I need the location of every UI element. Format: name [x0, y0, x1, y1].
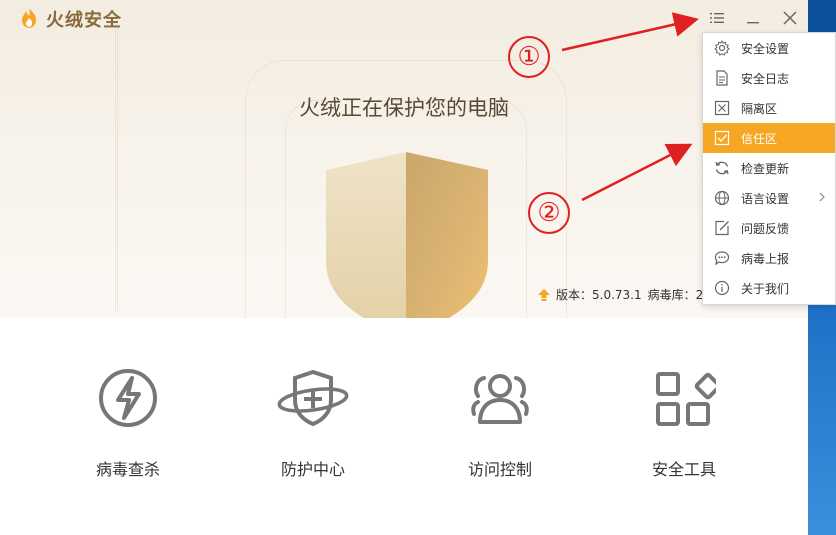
tile-label: 访问控制	[467, 460, 532, 479]
version-info: 版本：5.0.73.1 病毒库：2	[538, 286, 703, 303]
info-icon	[714, 280, 730, 296]
edit-icon	[715, 220, 729, 236]
shield-plus-icon	[277, 369, 349, 427]
protection-status-title: 火绒正在保护您的电脑	[299, 96, 509, 120]
app-title: 火绒安全	[46, 10, 122, 31]
close-icon	[783, 11, 797, 25]
menu-item-label: 关于我们	[741, 281, 790, 296]
menu-item-label: 问题反馈	[741, 221, 790, 236]
tile-virus-scan[interactable]: 病毒查杀	[53, 366, 203, 480]
tile-security-tools[interactable]: 安全工具	[609, 366, 759, 480]
globe-icon	[714, 190, 730, 206]
chat-icon	[714, 251, 730, 266]
menu-item-label: 安全设置	[741, 41, 790, 56]
version-text: 版本：5.0.73.1	[556, 288, 642, 302]
menu-item-label: 病毒上报	[741, 251, 790, 266]
menu-item-check-update[interactable]: 检查更新	[703, 153, 835, 183]
menu-item-virus-report[interactable]: 病毒上报	[703, 243, 835, 273]
quarantine-icon	[714, 100, 730, 116]
menu-item-security-settings[interactable]: 安全设置	[703, 33, 835, 63]
refresh-icon	[715, 161, 729, 175]
menu-item-feedback[interactable]: 问题反馈	[703, 213, 835, 243]
menu-item-trust-zone[interactable]: 信任区	[703, 123, 835, 153]
menu-item-label: 安全日志	[741, 71, 790, 86]
tile-label: 安全工具	[651, 460, 716, 479]
virus-db-text: 病毒库：2	[647, 288, 704, 302]
huorong-logo-icon	[22, 8, 36, 28]
gear-icon	[714, 40, 730, 56]
minimize-button[interactable]	[742, 8, 764, 28]
update-arrow-icon[interactable]	[538, 288, 550, 301]
menu-button[interactable]	[706, 8, 728, 28]
chevron-right-icon	[819, 192, 825, 202]
tile-label: 病毒查杀	[95, 460, 160, 479]
settings-menu: 安全设置 安全日志 隔离区 信任区 检查更新 语言设置 问题反馈 病毒上报 关于…	[702, 32, 836, 305]
menu-item-language[interactable]: 语言设置	[703, 183, 835, 213]
minimize-icon	[747, 22, 759, 24]
menu-item-label: 信任区	[741, 131, 778, 146]
menu-item-label: 检查更新	[741, 161, 790, 176]
lightning-scan-icon	[99, 369, 157, 427]
menu-item-label: 语言设置	[741, 191, 790, 206]
menu-item-about[interactable]: 关于我们	[703, 273, 835, 303]
close-button[interactable]	[779, 8, 801, 28]
annotation-label-1: ①	[508, 36, 550, 78]
tile-label: 防护中心	[280, 460, 345, 479]
annotation-label-2: ②	[528, 192, 570, 234]
menu-item-label: 隔离区	[741, 101, 778, 116]
tile-protection-center[interactable]: 防护中心	[238, 366, 388, 480]
menu-item-quarantine[interactable]: 隔离区	[703, 93, 835, 123]
menu-list-icon	[710, 13, 724, 23]
users-icon	[471, 374, 529, 424]
tools-grid-icon	[656, 372, 716, 426]
tile-access-control[interactable]: 访问控制	[425, 366, 575, 480]
main-window: 火绒安全 火绒正在保护您的电脑 版本：5.0.73.1 病毒库：2 病毒查杀 防…	[0, 0, 808, 535]
log-icon	[716, 70, 728, 86]
menu-item-security-log[interactable]: 安全日志	[703, 63, 835, 93]
decor-line	[115, 20, 118, 311]
trust-check-icon	[714, 130, 730, 146]
feature-panel: 病毒查杀 防护中心 访问控制 安全工具	[0, 318, 808, 535]
